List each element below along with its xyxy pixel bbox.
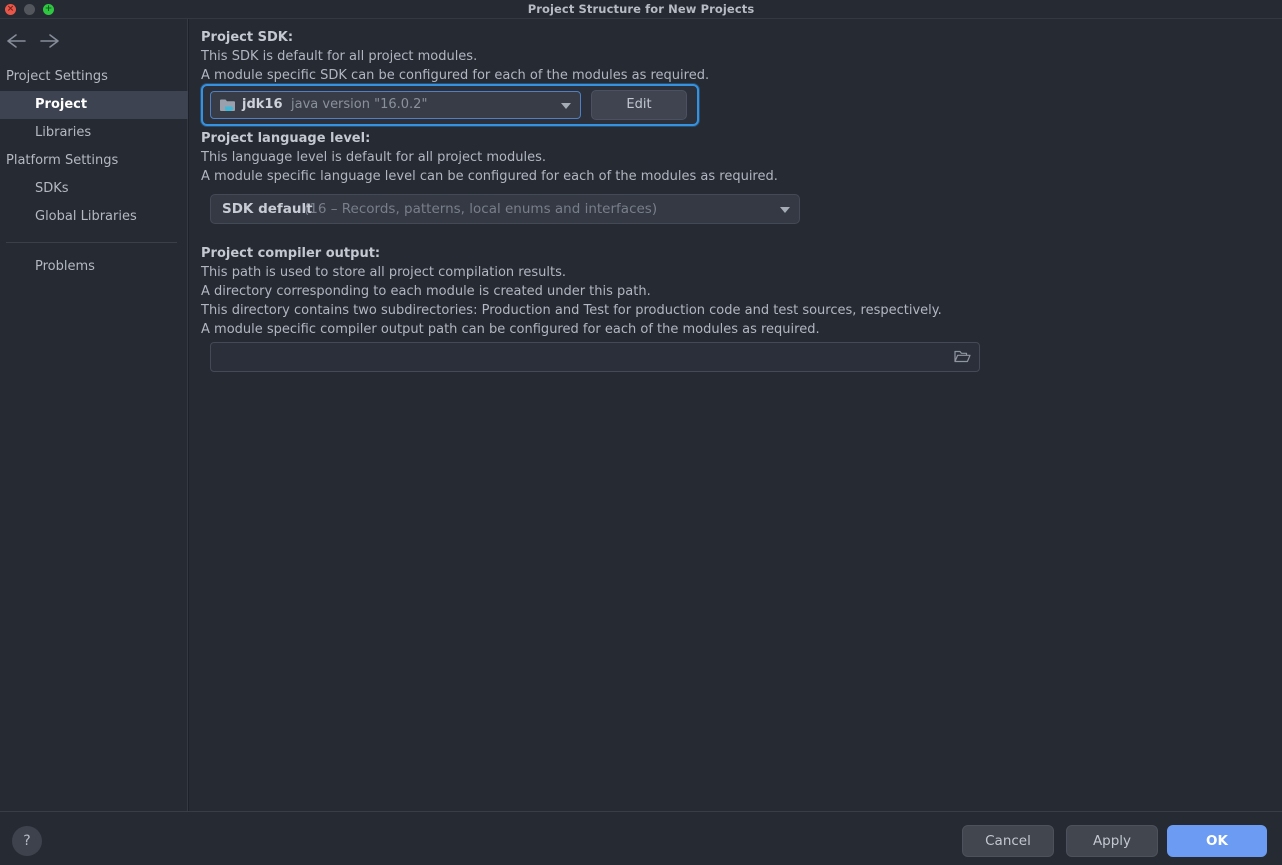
sidebar-separator <box>6 242 177 243</box>
compiler-output-desc-2: A directory corresponding to each module… <box>201 284 651 299</box>
sidebar-item-problems[interactable]: Problems <box>0 253 188 281</box>
project-sdk-desc-2: A module specific SDK can be configured … <box>201 68 710 83</box>
sidebar-group-project-settings: Project Settings <box>6 69 108 84</box>
forward-arrow-icon[interactable] <box>39 31 61 51</box>
dialog-footer: ? Cancel Apply OK <box>0 811 1282 865</box>
language-level-combobox[interactable]: SDK default (16 – Records, patterns, loc… <box>210 194 800 224</box>
back-arrow-icon[interactable] <box>5 31 27 51</box>
java-sdk-folder-icon <box>219 97 237 114</box>
compiler-output-title: Project compiler output: <box>201 246 381 261</box>
sidebar-item-sdks[interactable]: SDKs <box>0 175 188 203</box>
chevron-down-icon <box>561 103 571 109</box>
edit-sdk-button[interactable]: Edit <box>591 90 687 120</box>
project-sdk-version: java version "16.0.2" <box>291 97 428 112</box>
compiler-output-desc-3: This directory contains two subdirectori… <box>201 303 942 318</box>
navigation-bar <box>0 19 188 63</box>
compiler-output-desc-1: This path is used to store all project c… <box>201 265 566 280</box>
compiler-output-path-field[interactable] <box>210 342 980 372</box>
chevron-down-icon <box>780 207 790 213</box>
compiler-output-section: Project compiler output: This path is us… <box>201 244 942 339</box>
apply-button[interactable]: Apply <box>1066 825 1158 857</box>
project-sdk-desc-1: This SDK is default for all project modu… <box>201 49 478 64</box>
language-level-desc-2: A module specific language level can be … <box>201 169 778 184</box>
sidebar-item-global-libraries[interactable]: Global Libraries <box>0 203 188 231</box>
window-title: Project Structure for New Projects <box>527 2 755 16</box>
ok-button[interactable]: OK <box>1167 825 1267 857</box>
cancel-button[interactable]: Cancel <box>962 825 1054 857</box>
sidebar-group-platform-settings: Platform Settings <box>6 153 119 168</box>
language-level-value: SDK default <box>222 201 313 217</box>
project-sdk-name: jdk16 <box>242 97 283 112</box>
language-level-detail: (16 – Records, patterns, local enums and… <box>304 201 658 217</box>
help-button[interactable]: ? <box>12 826 42 856</box>
sidebar-item-libraries[interactable]: Libraries <box>0 119 188 147</box>
project-sdk-title: Project SDK: <box>201 30 294 45</box>
sidebar-item-project[interactable]: Project <box>0 91 188 119</box>
language-level-title: Project language level: <box>201 131 371 146</box>
project-sdk-row: jdk16 java version "16.0.2" Edit <box>201 84 699 126</box>
sidebar-nav-list: Project Settings Project Libraries Platf… <box>0 63 188 281</box>
sidebar: Project Settings Project Libraries Platf… <box>0 19 188 811</box>
window-titlebar: × + Project Structure for New Projects <box>0 0 1282 19</box>
project-sdk-combobox[interactable]: jdk16 java version "16.0.2" <box>210 91 581 119</box>
project-sdk-section: Project SDK: This SDK is default for all… <box>201 28 709 85</box>
folder-open-icon[interactable] <box>954 349 971 364</box>
language-level-section: Project language level: This language le… <box>201 129 778 186</box>
compiler-output-desc-4: A module specific compiler output path c… <box>201 322 820 337</box>
language-level-desc-1: This language level is default for all p… <box>201 150 546 165</box>
